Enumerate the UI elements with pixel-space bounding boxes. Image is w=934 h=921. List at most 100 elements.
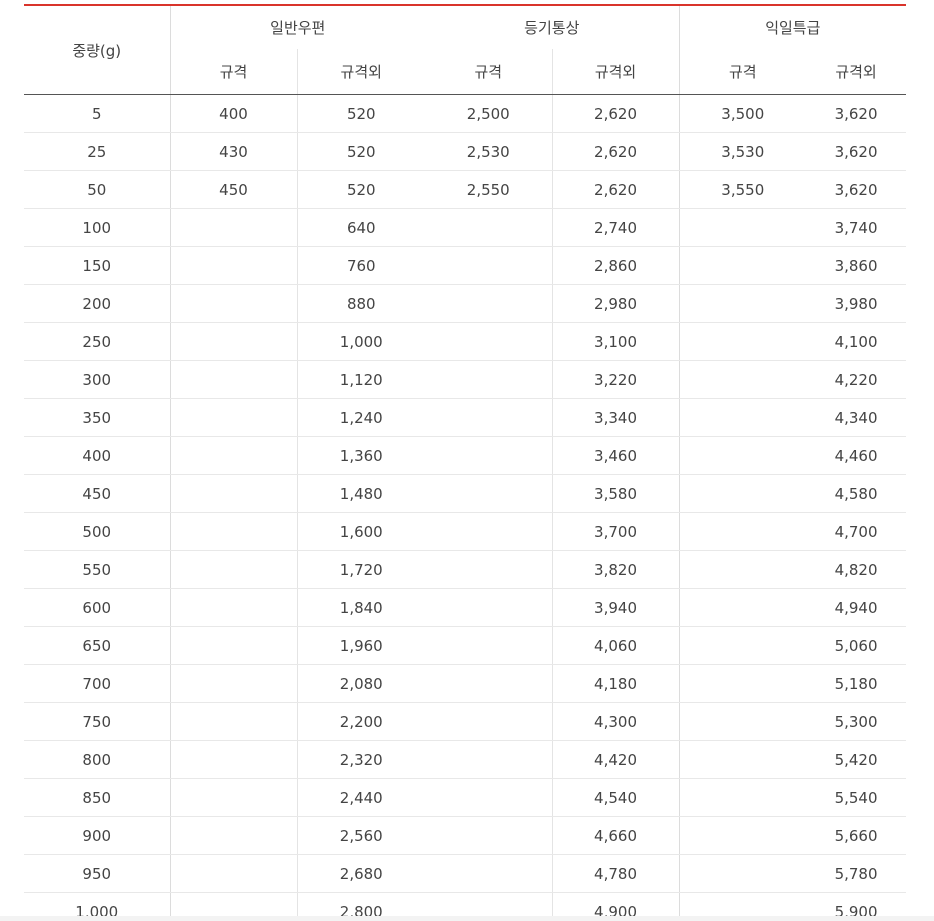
table-body: 5 400 520 2,500 2,620 3,500 3,620 25 430 520 2,530… [24, 94, 907, 921]
cell-regular-nonstandard: 520 [296, 132, 426, 171]
cell-express-standard: 3,500 [678, 94, 807, 133]
cell-express-standard [678, 664, 807, 703]
cell-weight: 550 [24, 550, 170, 589]
cell-registered-nonstandard: 3,100 [551, 322, 680, 361]
bottom-edge [0, 916, 934, 921]
cell-regular-nonstandard: 1,960 [296, 626, 426, 665]
cell-weight: 150 [24, 246, 170, 285]
cell-regular-standard [169, 816, 297, 855]
cell-regular-nonstandard: 760 [296, 246, 426, 285]
cell-registered-standard [425, 588, 553, 627]
header-sub-nonstandard: 규격외 [806, 49, 907, 95]
cell-weight: 300 [24, 360, 170, 399]
cell-registered-standard [425, 436, 553, 475]
table-row: 450 1,480 3,580 4,580 [24, 474, 907, 513]
cell-registered-standard [425, 474, 553, 513]
cell-weight: 750 [24, 702, 170, 741]
cell-express-nonstandard: 3,860 [806, 246, 907, 285]
table-row: 650 1,960 4,060 5,060 [24, 626, 907, 665]
cell-regular-nonstandard: 640 [296, 208, 426, 247]
cell-express-nonstandard: 4,580 [806, 474, 907, 513]
cell-weight: 700 [24, 664, 170, 703]
cell-weight: 800 [24, 740, 170, 779]
cell-weight: 450 [24, 474, 170, 513]
cell-regular-nonstandard: 1,720 [296, 550, 426, 589]
cell-express-standard [678, 284, 807, 323]
cell-registered-nonstandard: 2,620 [551, 94, 680, 133]
table-row: 800 2,320 4,420 5,420 [24, 740, 907, 779]
header-sub-nonstandard: 규격외 [296, 49, 426, 95]
cell-registered-nonstandard: 3,700 [551, 512, 680, 551]
cell-express-nonstandard: 4,340 [806, 398, 907, 437]
postage-rate-table: 중량(g) 일반우편 등기통상 익일특급 규격 규격외 규격 규격외 규격 규격… [24, 4, 907, 921]
cell-regular-nonstandard: 1,840 [296, 588, 426, 627]
cell-weight: 850 [24, 778, 170, 817]
table-row: 5 400 520 2,500 2,620 3,500 3,620 [24, 94, 907, 133]
cell-registered-nonstandard: 4,420 [551, 740, 680, 779]
cell-registered-standard [425, 626, 553, 665]
header-sub-nonstandard: 규격외 [551, 49, 680, 95]
cell-registered-standard [425, 360, 553, 399]
cell-express-standard [678, 816, 807, 855]
cell-regular-standard [169, 854, 297, 893]
cell-regular-standard [169, 284, 297, 323]
cell-express-nonstandard: 3,620 [806, 94, 907, 133]
header-sub-standard: 규격 [678, 49, 807, 95]
cell-weight: 350 [24, 398, 170, 437]
cell-express-nonstandard: 4,460 [806, 436, 907, 475]
cell-regular-standard [169, 246, 297, 285]
table-row: 950 2,680 4,780 5,780 [24, 854, 907, 893]
cell-weight: 5 [24, 94, 170, 133]
cell-registered-standard [425, 208, 553, 247]
cell-express-standard [678, 322, 807, 361]
cell-weight: 950 [24, 854, 170, 893]
cell-regular-nonstandard: 1,360 [296, 436, 426, 475]
cell-express-standard: 3,550 [678, 170, 807, 209]
cell-registered-nonstandard: 3,580 [551, 474, 680, 513]
cell-weight: 100 [24, 208, 170, 247]
cell-registered-standard [425, 284, 553, 323]
cell-regular-nonstandard: 2,440 [296, 778, 426, 817]
header-sub-standard: 규격 [169, 49, 297, 95]
cell-registered-nonstandard: 2,740 [551, 208, 680, 247]
cell-express-nonstandard: 4,700 [806, 512, 907, 551]
cell-registered-standard: 2,530 [425, 132, 553, 171]
cell-express-standard [678, 740, 807, 779]
cell-regular-nonstandard: 1,600 [296, 512, 426, 551]
cell-express-standard [678, 854, 807, 893]
cell-weight: 900 [24, 816, 170, 855]
table-row: 50 450 520 2,550 2,620 3,550 3,620 [24, 170, 907, 209]
cell-registered-standard: 2,550 [425, 170, 553, 209]
cell-regular-nonstandard: 2,080 [296, 664, 426, 703]
postage-rate-table-container: 중량(g) 일반우편 등기통상 익일특급 규격 규격외 규격 규격외 규격 규격… [24, 4, 907, 921]
cell-express-nonstandard: 4,220 [806, 360, 907, 399]
cell-express-nonstandard: 4,820 [806, 550, 907, 589]
cell-registered-nonstandard: 4,780 [551, 854, 680, 893]
cell-express-nonstandard: 3,980 [806, 284, 907, 323]
table-row: 300 1,120 3,220 4,220 [24, 360, 907, 399]
cell-registered-nonstandard: 2,980 [551, 284, 680, 323]
cell-registered-nonstandard: 3,940 [551, 588, 680, 627]
cell-express-standard [678, 208, 807, 247]
cell-regular-nonstandard: 1,240 [296, 398, 426, 437]
table-row: 250 1,000 3,100 4,100 [24, 322, 907, 361]
cell-registered-standard: 2,500 [425, 94, 553, 133]
cell-registered-standard [425, 398, 553, 437]
cell-weight: 250 [24, 322, 170, 361]
cell-regular-standard: 400 [169, 94, 297, 133]
cell-regular-nonstandard: 2,560 [296, 816, 426, 855]
table-row: 500 1,600 3,700 4,700 [24, 512, 907, 551]
cell-registered-nonstandard: 2,620 [551, 170, 680, 209]
cell-express-standard [678, 778, 807, 817]
table-header: 중량(g) 일반우편 등기통상 익일특급 규격 규격외 규격 규격외 규격 규격… [24, 5, 907, 95]
cell-registered-nonstandard: 3,340 [551, 398, 680, 437]
cell-regular-standard [169, 208, 297, 247]
cell-regular-standard [169, 702, 297, 741]
cell-express-standard [678, 626, 807, 665]
table-row: 100 640 2,740 3,740 [24, 208, 907, 247]
cell-registered-standard [425, 246, 553, 285]
cell-regular-nonstandard: 520 [296, 94, 426, 133]
cell-weight: 600 [24, 588, 170, 627]
cell-regular-nonstandard: 1,120 [296, 360, 426, 399]
cell-registered-standard [425, 740, 553, 779]
